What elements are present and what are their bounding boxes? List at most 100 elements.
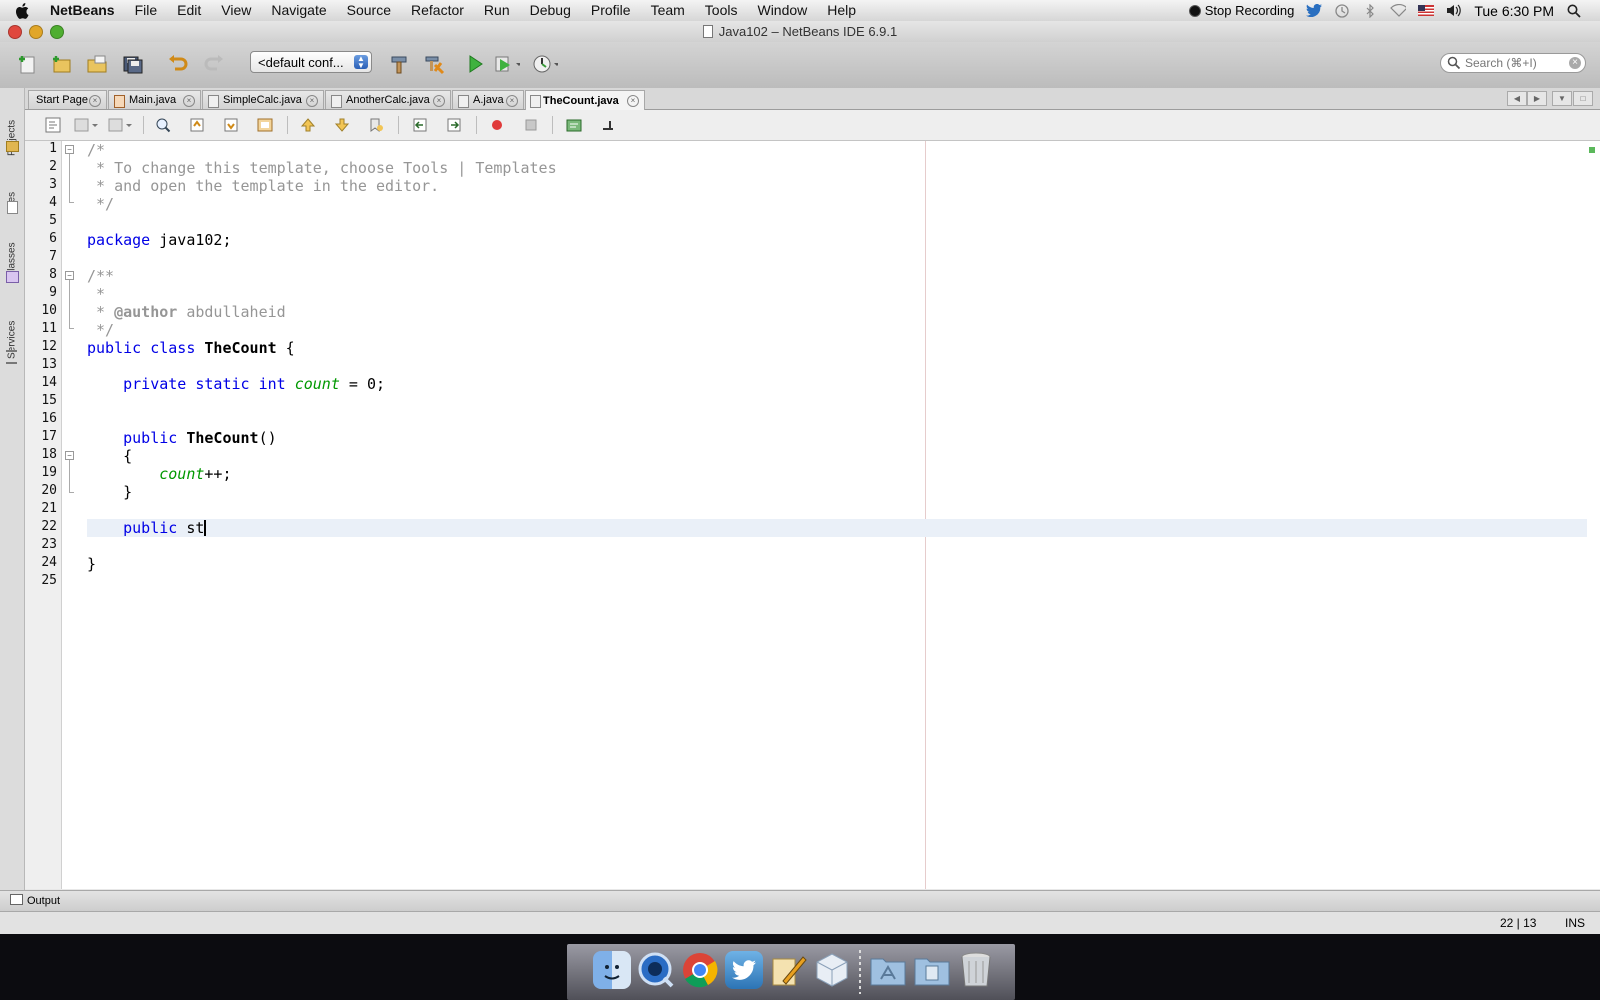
line-number: 15 <box>41 393 57 408</box>
pencil-app-icon[interactable] <box>769 951 807 989</box>
tab-anothercalc-java[interactable]: AnotherCalc.java × <box>325 90 451 109</box>
menu-window[interactable]: Window <box>747 0 817 21</box>
finder-icon[interactable] <box>593 951 631 989</box>
menu-refactor[interactable]: Refactor <box>401 0 474 21</box>
fold-toggle-icon[interactable]: − <box>65 271 74 280</box>
trash-icon[interactable] <box>957 951 995 989</box>
menu-team[interactable]: Team <box>641 0 695 21</box>
start-macro-recording-button[interactable] <box>488 116 506 134</box>
menu-app-name[interactable]: NetBeans <box>40 0 125 21</box>
toggle-highlight-button[interactable] <box>256 116 274 134</box>
search-input[interactable]: Search (⌘+I) × <box>1440 53 1586 73</box>
close-tab-icon[interactable]: × <box>506 95 518 107</box>
tab-simplecalc-java[interactable]: SimpleCalc.java × <box>202 90 324 109</box>
tab-a-java[interactable]: A.java × <box>452 90 524 109</box>
profile-button[interactable] <box>532 52 558 76</box>
toggle-bookmark-button[interactable] <box>367 116 385 134</box>
debug-button[interactable] <box>494 52 520 76</box>
fold-toggle-icon[interactable]: − <box>65 145 74 154</box>
tab-label: Start Page <box>36 94 88 106</box>
new-project-button[interactable] <box>48 52 74 76</box>
forward-button[interactable] <box>107 116 135 134</box>
wifi-icon[interactable] <box>1390 4 1407 18</box>
spotlight-icon[interactable] <box>1566 4 1582 18</box>
line-number: 16 <box>41 411 57 426</box>
bluetooth-icon[interactable] <box>1362 3 1378 18</box>
new-file-button[interactable] <box>14 52 40 76</box>
show-opened-documents-button[interactable]: ▼ <box>1552 91 1572 106</box>
comment-text: */ <box>87 321 115 339</box>
configuration-select[interactable]: <default conf... ▲ ▼ <box>250 51 372 73</box>
close-tab-icon[interactable]: × <box>89 95 101 107</box>
menu-help[interactable]: Help <box>817 0 866 21</box>
previous-bookmark-button[interactable] <box>299 116 317 134</box>
stop-recording-label: Stop Recording <box>1204 3 1295 18</box>
fold-toggle-icon[interactable]: − <box>65 451 74 460</box>
clear-search-icon[interactable]: × <box>1569 57 1581 69</box>
quicktime-icon[interactable] <box>637 951 675 989</box>
twitter-icon[interactable] <box>1306 4 1323 18</box>
next-bookmark-button[interactable] <box>333 116 351 134</box>
fold-column: − − − <box>62 141 82 889</box>
close-window-button[interactable] <box>8 25 22 39</box>
save-all-button[interactable] <box>119 52 145 76</box>
scroll-tabs-right-button[interactable]: ▶ <box>1527 91 1547 106</box>
find-next-button[interactable] <box>222 116 240 134</box>
comment-button[interactable] <box>565 116 583 134</box>
box-app-icon[interactable] <box>813 951 851 989</box>
close-tab-icon[interactable]: × <box>433 95 445 107</box>
menu-profile[interactable]: Profile <box>581 0 641 21</box>
time-machine-icon[interactable] <box>1334 3 1350 18</box>
classes-icon <box>6 271 19 283</box>
menu-edit[interactable]: Edit <box>167 0 211 21</box>
shift-right-button[interactable] <box>445 116 463 134</box>
apple-icon[interactable] <box>14 2 30 19</box>
code-line-4: */ <box>87 195 114 213</box>
close-tab-icon[interactable]: × <box>183 95 195 107</box>
volume-icon[interactable] <box>1446 4 1462 18</box>
find-button[interactable] <box>154 116 172 134</box>
menu-run[interactable]: Run <box>474 0 520 21</box>
twitter-icon[interactable] <box>725 951 763 989</box>
stop-recording-button[interactable]: Stop Recording <box>1188 3 1295 18</box>
clean-build-button[interactable] <box>421 52 447 76</box>
output-panel-tab[interactable]: Output <box>0 890 1600 912</box>
close-tab-icon[interactable]: × <box>627 95 639 107</box>
back-button[interactable] <box>73 116 101 134</box>
clock[interactable]: Tue 6:30 PM <box>1474 3 1554 19</box>
minimize-window-button[interactable] <box>29 25 43 39</box>
line-number: 22 <box>41 519 57 534</box>
undo-button[interactable] <box>165 52 191 76</box>
menu-tools[interactable]: Tools <box>695 0 748 21</box>
line-number: 13 <box>41 357 57 372</box>
menu-debug[interactable]: Debug <box>520 0 581 21</box>
run-button[interactable] <box>462 52 488 76</box>
menu-view[interactable]: View <box>211 0 261 21</box>
flag-icon[interactable] <box>1418 4 1435 18</box>
menu-file[interactable]: File <box>125 0 168 21</box>
menu-source[interactable]: Source <box>337 0 401 21</box>
fold-end <box>69 492 74 493</box>
tab-thecount-java[interactable]: TheCount.java × <box>525 90 645 110</box>
code-line-19: count++; <box>87 465 231 483</box>
source-history-button[interactable] <box>44 116 62 134</box>
applications-folder-icon[interactable] <box>869 951 907 989</box>
documents-folder-icon[interactable] <box>913 951 951 989</box>
close-tab-icon[interactable]: × <box>306 95 318 107</box>
chrome-icon[interactable] <box>681 951 719 989</box>
shift-left-button[interactable] <box>411 116 429 134</box>
uncomment-button[interactable] <box>599 116 617 134</box>
tab-main-java[interactable]: Main.java × <box>108 90 201 109</box>
tab-start-page[interactable]: Start Page × <box>28 90 107 109</box>
redo-button[interactable] <box>201 52 227 76</box>
zoom-window-button[interactable] <box>50 25 64 39</box>
build-button[interactable] <box>386 52 412 76</box>
scroll-tabs-left-button[interactable]: ◀ <box>1507 91 1527 106</box>
menu-navigate[interactable]: Navigate <box>261 0 336 21</box>
code-line-24: } <box>87 555 96 573</box>
find-previous-button[interactable] <box>188 116 206 134</box>
stop-macro-recording-button[interactable] <box>522 116 540 134</box>
code-editor[interactable]: 1 2 3 4 5 6 7 8 9 10 11 12 13 14 15 16 1… <box>25 141 1600 889</box>
open-project-button[interactable] <box>84 52 110 76</box>
maximize-window-button[interactable]: □ <box>1573 91 1593 106</box>
